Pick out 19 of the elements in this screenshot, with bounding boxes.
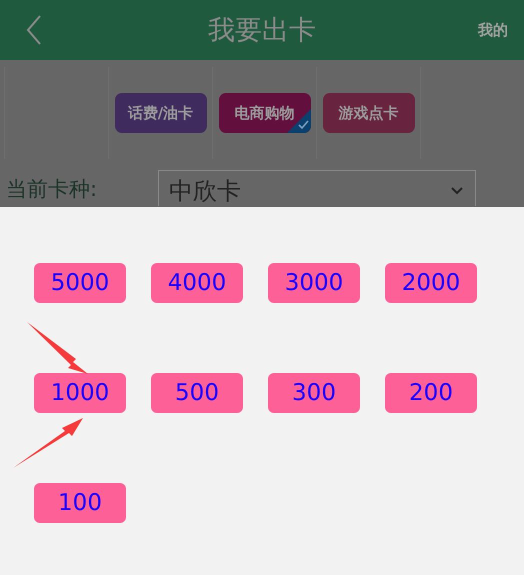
amount-button[interactable]: 200 [385,373,477,413]
back-icon[interactable] [26,14,42,46]
page-title: 我要出卡 [208,14,316,48]
amount-button[interactable]: 5000 [34,263,126,303]
category-tab[interactable]: 话费/油卡 [114,93,206,133]
card-type-label: 当前卡种: [5,176,98,203]
amount-button[interactable]: 2000 [385,263,477,303]
amount-button[interactable]: 300 [268,373,360,413]
card-type-select[interactable]: 中欣卡 [158,170,476,206]
amount-button[interactable]: 1000 [34,373,126,413]
amount-button[interactable]: 4000 [151,263,243,303]
category-tab[interactable]: 电商购物 [218,93,310,133]
annotation-arrow [26,321,90,375]
amount-button[interactable]: 100 [34,483,126,523]
chevron-icon [451,186,463,194]
category-tab[interactable]: 游戏点卡 [322,93,414,133]
mine-link[interactable]: 我的 [478,20,508,40]
amount-button[interactable]: 500 [151,373,243,413]
amount-button[interactable]: 3000 [268,263,360,303]
